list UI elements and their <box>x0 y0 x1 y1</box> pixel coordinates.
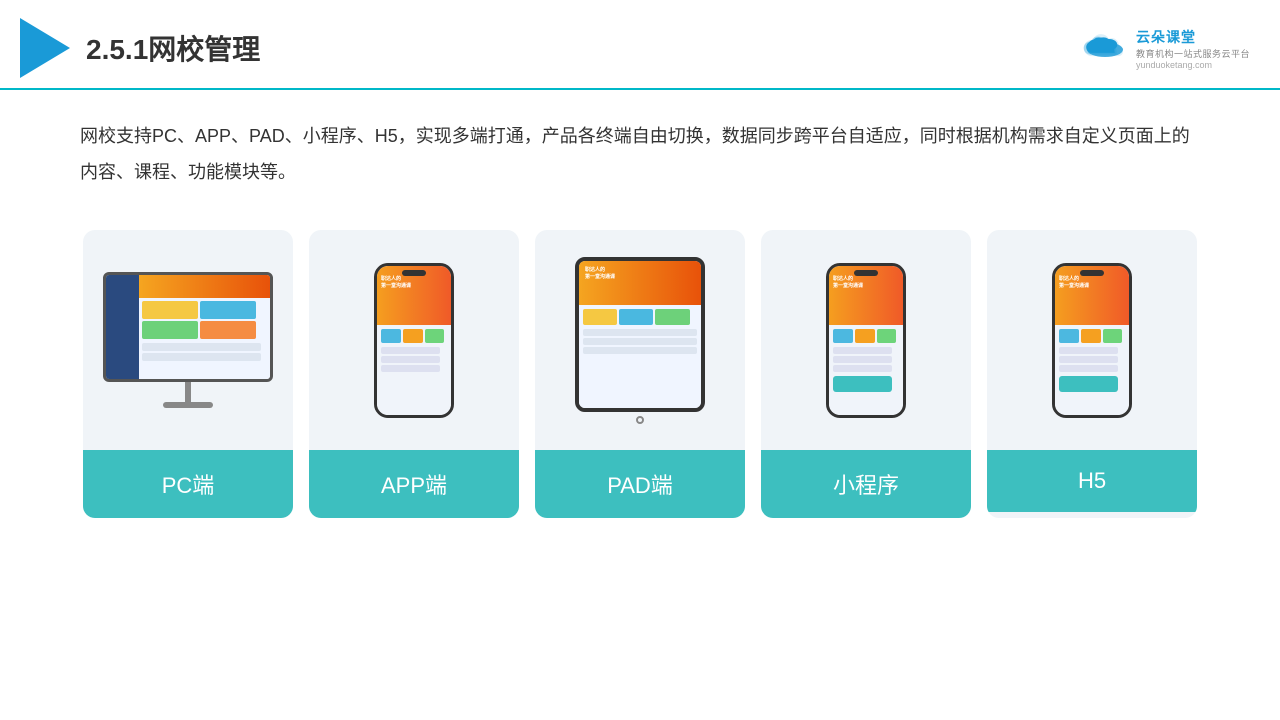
card-app-image: 职达人的第一堂沟通课 <box>309 230 519 450</box>
logo-sub-text: 教育机构一站式服务云平台 <box>1136 47 1250 60</box>
app-device-mockup: 职达人的第一堂沟通课 <box>374 263 454 418</box>
logo-text-block: 云朵课堂 教育机构一站式服务云平台 yunduoketang.com <box>1136 27 1250 70</box>
card-pc-label: PC端 <box>83 450 293 518</box>
cloud-icon <box>1080 30 1130 66</box>
card-mini: 职达人的第一堂沟通课 <box>761 230 971 518</box>
pad-home-button <box>636 416 644 424</box>
phone-notch-app <box>402 270 426 276</box>
card-mini-label: 小程序 <box>761 450 971 518</box>
description-paragraph: 网校支持PC、APP、PAD、小程序、H5，实现多端打通，产品各终端自由切换，数… <box>80 118 1200 190</box>
card-h5-image: 职达人的第一堂沟通课 <box>987 230 1197 450</box>
card-app: 职达人的第一堂沟通课 APP端 <box>309 230 519 518</box>
phone-screen-bottom-mini <box>829 325 903 414</box>
card-h5-label: H5 <box>987 450 1197 512</box>
phone-body-h5: 职达人的第一堂沟通课 <box>1052 263 1132 418</box>
cloud-logo: 云朵课堂 教育机构一站式服务云平台 yunduoketang.com <box>1080 27 1250 70</box>
phone-screen-bottom-h5 <box>1055 325 1129 414</box>
header: 2.5.1网校管理 云朵课堂 教育机构一站式服务云平台 yunduoketang… <box>0 0 1280 90</box>
logo-url: yunduoketang.com <box>1136 60 1212 70</box>
phone-body-app: 职达人的第一堂沟通课 <box>374 263 454 418</box>
logo-triangle-icon <box>20 18 70 78</box>
phone-notch-mini <box>854 270 878 276</box>
header-left: 2.5.1网校管理 <box>20 18 260 78</box>
card-mini-image: 职达人的第一堂沟通课 <box>761 230 971 450</box>
pad-device-mockup: 职达人的第一堂沟通课 <box>575 257 705 424</box>
monitor-body <box>103 272 273 382</box>
card-pad: 职达人的第一堂沟通课 PAD端 <box>535 230 745 518</box>
card-pad-image: 职达人的第一堂沟通课 <box>535 230 745 450</box>
page-title: 2.5.1网校管理 <box>86 28 260 68</box>
logo-main-text: 云朵课堂 <box>1136 27 1196 47</box>
pad-body: 职达人的第一堂沟通课 <box>575 257 705 412</box>
mini-device-mockup: 职达人的第一堂沟通课 <box>826 263 906 418</box>
card-pc-image <box>83 230 293 450</box>
monitor-stand <box>185 382 191 402</box>
phone-body-mini: 职达人的第一堂沟通课 <box>826 263 906 418</box>
cards-container: PC端 职达人的第一堂沟通课 <box>0 210 1280 538</box>
card-app-label: APP端 <box>309 450 519 518</box>
description-text: 网校支持PC、APP、PAD、小程序、H5，实现多端打通，产品各终端自由切换，数… <box>0 90 1280 210</box>
phone-screen-bottom-app <box>377 325 451 414</box>
monitor-base <box>163 402 213 408</box>
phone-notch-h5 <box>1080 270 1104 276</box>
card-h5: 职达人的第一堂沟通课 <box>987 230 1197 518</box>
pc-device-mockup <box>103 272 273 408</box>
card-pc: PC端 <box>83 230 293 518</box>
header-right: 云朵课堂 教育机构一站式服务云平台 yunduoketang.com <box>1080 27 1250 70</box>
h5-device-mockup: 职达人的第一堂沟通课 <box>1052 263 1132 418</box>
card-pad-label: PAD端 <box>535 450 745 518</box>
